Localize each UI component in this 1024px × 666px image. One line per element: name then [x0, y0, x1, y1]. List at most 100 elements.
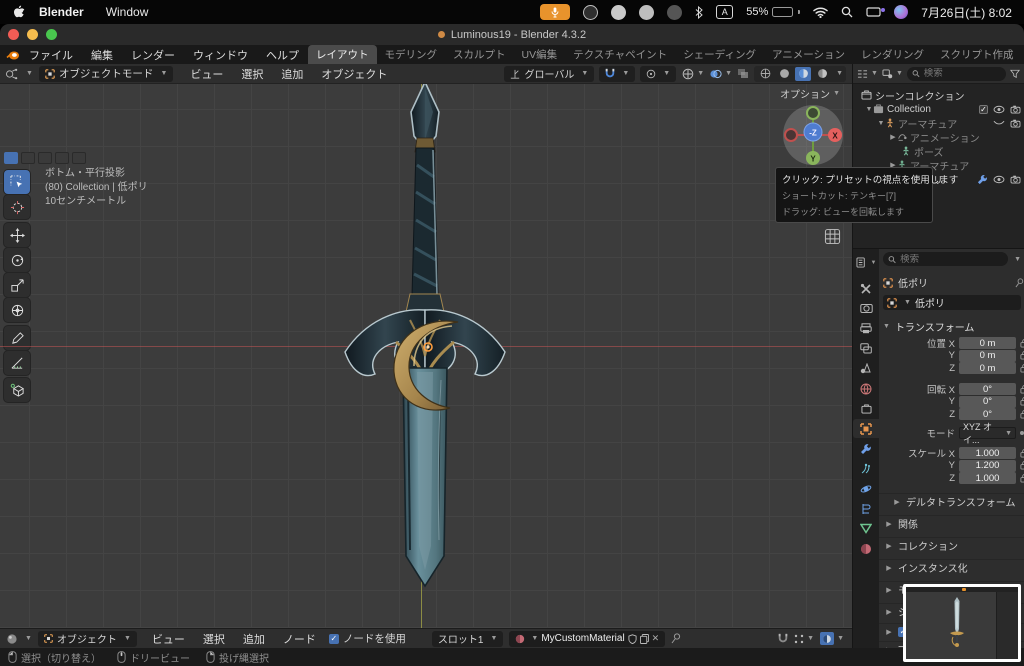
shading-wireframe-button[interactable] [757, 67, 773, 81]
collection-hide-eye-icon[interactable] [993, 105, 1005, 114]
pip-preview-window[interactable] [903, 584, 1021, 662]
menu-window[interactable]: ウィンドウ [184, 47, 257, 63]
workspace-tab-shading[interactable]: シェーディング [675, 45, 764, 65]
workspace-tab-modeling[interactable]: モデリング [377, 45, 446, 65]
tool-move[interactable] [4, 223, 30, 247]
lowpoly-eye-icon[interactable] [993, 175, 1005, 184]
tab-material[interactable] [853, 539, 879, 558]
collection-exclude-checkbox[interactable]: ✓ [979, 105, 988, 114]
armature-render-camera-icon[interactable] [1010, 119, 1021, 128]
loc-z-input[interactable]: 0 m [959, 362, 1016, 374]
macos-app-menu[interactable]: Blender [39, 5, 84, 19]
transform-panel-header[interactable]: ▼トランスフォーム [883, 319, 974, 334]
collapse-arrow[interactable]: ▶ [889, 133, 897, 141]
toggle-ortho-button[interactable] [824, 228, 841, 245]
editor-type-button[interactable] [5, 68, 18, 80]
menu-file[interactable]: ファイル [20, 47, 82, 63]
shader-mode-selector[interactable]: オブジェクト▼ [38, 631, 137, 647]
options-dropdown[interactable]: オプション▼ [780, 86, 840, 101]
tab-output[interactable] [853, 319, 879, 338]
workspace-tab-texpaint[interactable]: テクスチャペイント [565, 45, 675, 65]
tool-cursor[interactable] [4, 195, 30, 219]
pin-id-icon[interactable] [1015, 278, 1024, 288]
navigation-gizmo[interactable]: X Y -Z [781, 104, 845, 168]
expand-arrow[interactable]: ▼ [865, 106, 873, 113]
obs-status-icon[interactable] [583, 5, 598, 20]
panel-relations[interactable]: ▶関係 [879, 515, 1024, 531]
tab-object[interactable] [853, 419, 879, 438]
transform-orientation-selector[interactable]: グローバル▼ [504, 66, 594, 82]
snap-toggle[interactable]: ▼ [599, 66, 635, 82]
properties-options-chevron[interactable]: ▼ [1014, 256, 1021, 263]
object-menu[interactable]: オブジェクト [312, 66, 396, 82]
object-name-field[interactable]: ▼ 低ポリ [883, 295, 1021, 310]
tool-rotate[interactable] [4, 248, 30, 272]
properties-search-input[interactable] [900, 254, 1003, 265]
workspace-tab-scripting[interactable]: スクリプト作成 [932, 45, 1022, 65]
workspace-tab-layout[interactable]: レイアウト [308, 45, 377, 65]
xray-toggle[interactable] [737, 68, 749, 79]
shader-snap-target-button[interactable]: ▼ [794, 634, 814, 644]
animate-dot[interactable] [1020, 431, 1024, 435]
bluetooth-icon[interactable] [695, 6, 703, 19]
use-nodes-toggle[interactable]: ✓ノードを使用 [329, 631, 406, 646]
blender-logo-icon[interactable] [6, 49, 20, 61]
shader-add-menu[interactable]: 追加 [234, 631, 274, 647]
tab-particles[interactable] [853, 459, 879, 478]
input-source-indicator[interactable]: A [716, 5, 733, 19]
select-lasso-option[interactable] [55, 152, 69, 164]
menu-render[interactable]: レンダー [122, 47, 184, 63]
tab-world[interactable] [853, 379, 879, 398]
shading-material-button[interactable] [795, 67, 811, 81]
chat-app-status-icon[interactable] [639, 5, 654, 20]
select-extra-option[interactable] [72, 152, 86, 164]
rotation-mode-dropdown[interactable]: XYZ オイ...▼ [959, 427, 1016, 439]
shader-select-menu[interactable]: 選択 [194, 631, 234, 647]
outliner-display-mode-button[interactable]: ▼ [857, 69, 878, 79]
macos-window-menu[interactable]: Window [106, 5, 149, 19]
rot-z-input[interactable]: 0° [959, 408, 1016, 420]
view-menu[interactable]: ビュー [181, 66, 232, 82]
proportional-edit-toggle[interactable]: ▼ [640, 66, 676, 82]
shader-view-menu[interactable]: ビュー [143, 631, 194, 647]
select-tweak-option[interactable] [4, 152, 18, 164]
select-box-option[interactable] [21, 152, 35, 164]
viewport-3d[interactable]: ▼ オブジェクトモード▼ ビュー 選択 追加 オブジェクト グローバル▼ ▼ ▼… [0, 64, 852, 628]
modifier-wrench-icon[interactable] [977, 174, 988, 185]
panel-collections[interactable]: ▶コレクション [879, 537, 1024, 553]
battery-indicator[interactable]: 55% [746, 6, 800, 18]
tab-physics[interactable] [853, 479, 879, 498]
panel-instancing[interactable]: ▶インスタンス化 [879, 559, 1024, 575]
panel-delta-transform[interactable]: ▶デルタトランスフォーム [879, 493, 1024, 509]
spotlight-search-icon[interactable] [841, 6, 853, 18]
tool-add-cube[interactable] [4, 378, 30, 402]
show-overlays-button[interactable]: ▼ [709, 68, 732, 80]
tab-object-data[interactable] [853, 519, 879, 538]
outliner-search[interactable] [907, 67, 1006, 81]
copy-material-icon[interactable] [640, 634, 649, 644]
apple-logo-icon[interactable] [12, 5, 25, 19]
outliner-filter-icon[interactable] [1010, 69, 1020, 79]
tool-scale[interactable] [4, 273, 30, 297]
tab-view-layer[interactable] [853, 339, 879, 358]
workspace-tab-animation[interactable]: アニメーション [764, 45, 853, 65]
screen-mirroring-icon[interactable] [866, 7, 881, 18]
outliner-row-armature-object[interactable]: ▼ アーマチュア [853, 116, 1024, 130]
shader-node-menu[interactable]: ノード [274, 631, 325, 647]
tab-collection-props[interactable] [853, 399, 879, 418]
tool-select-box[interactable] [4, 170, 30, 194]
outliner-row-collection[interactable]: ▼ Collection ✓ [853, 102, 1024, 116]
wifi-icon[interactable] [813, 7, 828, 18]
loc-x-input[interactable]: 0 m [959, 337, 1016, 349]
scale-z-input[interactable]: 1.000 [959, 472, 1016, 484]
scale-y-input[interactable]: 1.200 [959, 460, 1016, 472]
select-menu[interactable]: 選択 [232, 66, 272, 82]
loc-y-input[interactable]: 0 m [959, 350, 1016, 362]
tab-render[interactable] [853, 299, 879, 318]
menu-edit[interactable]: 編集 [82, 47, 122, 63]
shading-solid-button[interactable] [776, 67, 792, 81]
material-selector[interactable]: ▼ MyCustomMaterial ✕ [509, 631, 665, 647]
siri-icon[interactable] [894, 5, 908, 19]
tool-transform[interactable] [4, 298, 30, 322]
workspace-tab-sculpt[interactable]: スカルプト [445, 45, 514, 65]
